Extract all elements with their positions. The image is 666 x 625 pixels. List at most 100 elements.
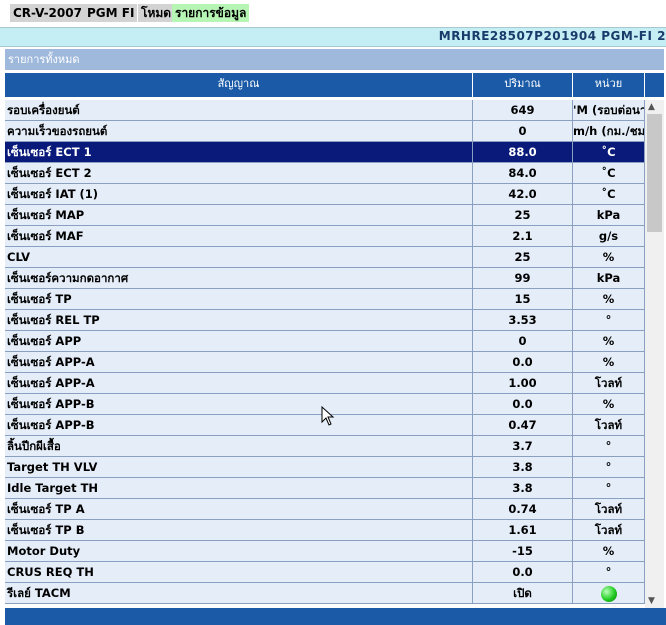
signal-name: CRUS REQ TH [5, 562, 473, 582]
signal-unit: % [573, 247, 645, 267]
header-corner [645, 73, 664, 97]
signal-name: เซ็นเซอร์ ECT 2 [5, 163, 473, 183]
table-row[interactable]: เซ็นเซอร์ MAP 25 kPa [5, 205, 645, 226]
signal-name: Target TH VLV [5, 457, 473, 477]
breadcrumb-mode[interactable]: โหมด [138, 4, 175, 22]
signal-name: เซ็นเซอร์ MAP [5, 205, 473, 225]
signal-value: 3.8 [473, 457, 573, 477]
signal-value: -15 [473, 541, 573, 561]
table-row[interactable]: รีเลย์ TACM เปิด [5, 583, 645, 604]
signal-value: 0.47 [473, 415, 573, 435]
signal-name: เซ็นเซอร์ TP B [5, 520, 473, 540]
scroll-down-arrow-icon[interactable]: ▼ [648, 596, 655, 606]
signal-unit: ° [573, 562, 645, 582]
table-row[interactable]: เซ็นเซอร์ TP A 0.74 โวลท์ [5, 499, 645, 520]
table-row[interactable]: เซ็นเซอร์ความกดอากาศ 99 kPa [5, 268, 645, 289]
signal-value: เปิด [473, 583, 573, 603]
signal-value: 3.8 [473, 478, 573, 498]
signal-name: เซ็นเซอร์ IAT (1) [5, 184, 473, 204]
signal-value: 0.74 [473, 499, 573, 519]
signal-unit: % [573, 289, 645, 309]
signal-unit [573, 583, 645, 603]
signal-unit: ° [573, 436, 645, 456]
signal-value: 15 [473, 289, 573, 309]
signal-name: รีเลย์ TACM [5, 583, 473, 603]
signal-value: 1.00 [473, 373, 573, 393]
signal-name: CLV [5, 247, 473, 267]
signal-unit: ° [573, 457, 645, 477]
table-row[interactable]: เซ็นเซอร์ REL TP 3.53 ° [5, 310, 645, 331]
data-list-table: สัญญาณ ปริมาณ หน่วย รอบเครื่องยนต์ 649 'M … [5, 70, 664, 608]
signal-value: 0.0 [473, 562, 573, 582]
signal-name: เซ็นเซอร์ APP-A [5, 373, 473, 393]
table-row[interactable]: เซ็นเซอร์ ECT 1 88.0 ˚C [5, 142, 645, 163]
table-row[interactable]: CRUS REQ TH 0.0 ° [5, 562, 645, 583]
signal-name: เซ็นเซอร์ความกดอากาศ [5, 268, 473, 288]
signal-unit: 'M (รอบต่อนาที) [573, 100, 645, 120]
column-header-signal[interactable]: สัญญาณ [5, 73, 473, 97]
list-title: รายการทั้งหมด [5, 49, 664, 70]
signal-unit: ° [573, 478, 645, 498]
signal-unit: โวลท์ [573, 499, 645, 519]
signal-name: เซ็นเซอร์ ECT 1 [5, 142, 473, 162]
table-body: รอบเครื่องยนต์649'M (รอบต่อนาที)ความเร็ว… [5, 100, 645, 604]
signal-name: รอบเครื่องยนต์ [5, 100, 473, 120]
scroll-up-arrow-icon[interactable]: ▲ [648, 102, 655, 112]
signal-name: เซ็นเซอร์ APP-B [5, 415, 473, 435]
vehicle-info-bar: MRHRE28507P201904 PGM-FI 2 [0, 27, 666, 47]
signal-name: ลิ้นปีกผีเสื้อ [5, 436, 473, 456]
table-row[interactable]: เซ็นเซอร์ TP 15% [5, 289, 645, 310]
breadcrumb-section[interactable]: รายการข้อมูล [172, 4, 250, 22]
table-row[interactable]: เซ็นเซอร์ APP 0% [5, 331, 645, 352]
table-row[interactable]: ลิ้นปีกผีเสื้อ 3.7 ° [5, 436, 645, 457]
title-bar: CR-V-2007 PGM FI โหมด รายการข้อมูล [0, 0, 666, 27]
table-row[interactable]: ความเร็วของรถยนต์0m/h (กม./ชม.) [5, 121, 645, 142]
signal-value: 0.0 [473, 352, 573, 372]
signal-unit: ˚C [573, 142, 645, 162]
table-row[interactable]: เซ็นเซอร์ IAT (1) 42.0 ˚C [5, 184, 645, 205]
table-row[interactable]: Motor Duty -15% [5, 541, 645, 562]
signal-unit: kPa [573, 268, 645, 288]
signal-unit: % [573, 352, 645, 372]
signal-unit: ˚C [573, 184, 645, 204]
table-row[interactable]: เซ็นเซอร์ TP B 1.61 โวลท์ [5, 520, 645, 541]
signal-name: เซ็นเซอร์ MAF [5, 226, 473, 246]
table-header: สัญญาณ ปริมาณ หน่วย [5, 73, 645, 97]
signal-name: เซ็นเซอร์ APP-A [5, 352, 473, 372]
scrollbar-thumb[interactable] [647, 114, 662, 232]
signal-unit: โวลท์ [573, 520, 645, 540]
column-header-value[interactable]: ปริมาณ [473, 73, 573, 97]
vin-text: MRHRE28507P201904 PGM-FI 2 [438, 29, 666, 43]
vertical-scrollbar[interactable]: ▲ ▼ [645, 100, 664, 608]
signal-unit: โวลท์ [573, 373, 645, 393]
table-row[interactable]: เซ็นเซอร์ APP-A 0.0% [5, 352, 645, 373]
signal-unit: m/h (กม./ชม.) [573, 121, 645, 141]
signal-unit: โวลท์ [573, 415, 645, 435]
signal-value: 3.53 [473, 310, 573, 330]
signal-name: Idle Target TH [5, 478, 473, 498]
signal-value: 0 [473, 331, 573, 351]
table-row[interactable]: Target TH VLV 3.8 ° [5, 457, 645, 478]
column-header-unit[interactable]: หน่วย [573, 73, 645, 97]
signal-name: เซ็นเซอร์ TP A [5, 499, 473, 519]
table-row[interactable]: Idle Target TH 3.8 ° [5, 478, 645, 499]
mouse-cursor-icon [321, 406, 335, 426]
breadcrumb-system[interactable]: PGM FI [84, 4, 138, 22]
signal-value: 649 [473, 100, 573, 120]
signal-unit: % [573, 331, 645, 351]
table-row[interactable]: เซ็นเซอร์ APP-A 1.00 โวลท์ [5, 373, 645, 394]
signal-name: เซ็นเซอร์ APP-B [5, 394, 473, 414]
table-row[interactable]: เซ็นเซอร์ MAF 2.1 g/s [5, 226, 645, 247]
table-row[interactable]: เซ็นเซอร์ ECT 2 84.0 ˚C [5, 163, 645, 184]
signal-unit: % [573, 541, 645, 561]
breadcrumb-model[interactable]: CR-V-2007 [10, 4, 85, 22]
table-row[interactable]: CLV 25% [5, 247, 645, 268]
signal-value: 42.0 [473, 184, 573, 204]
signal-unit: % [573, 394, 645, 414]
signal-name: Motor Duty [5, 541, 473, 561]
signal-value: 25 [473, 247, 573, 267]
table-row[interactable]: รอบเครื่องยนต์649'M (รอบต่อนาที) [5, 100, 645, 121]
signal-value: 0.0 [473, 394, 573, 414]
signal-value: 3.7 [473, 436, 573, 456]
signal-value: 2.1 [473, 226, 573, 246]
